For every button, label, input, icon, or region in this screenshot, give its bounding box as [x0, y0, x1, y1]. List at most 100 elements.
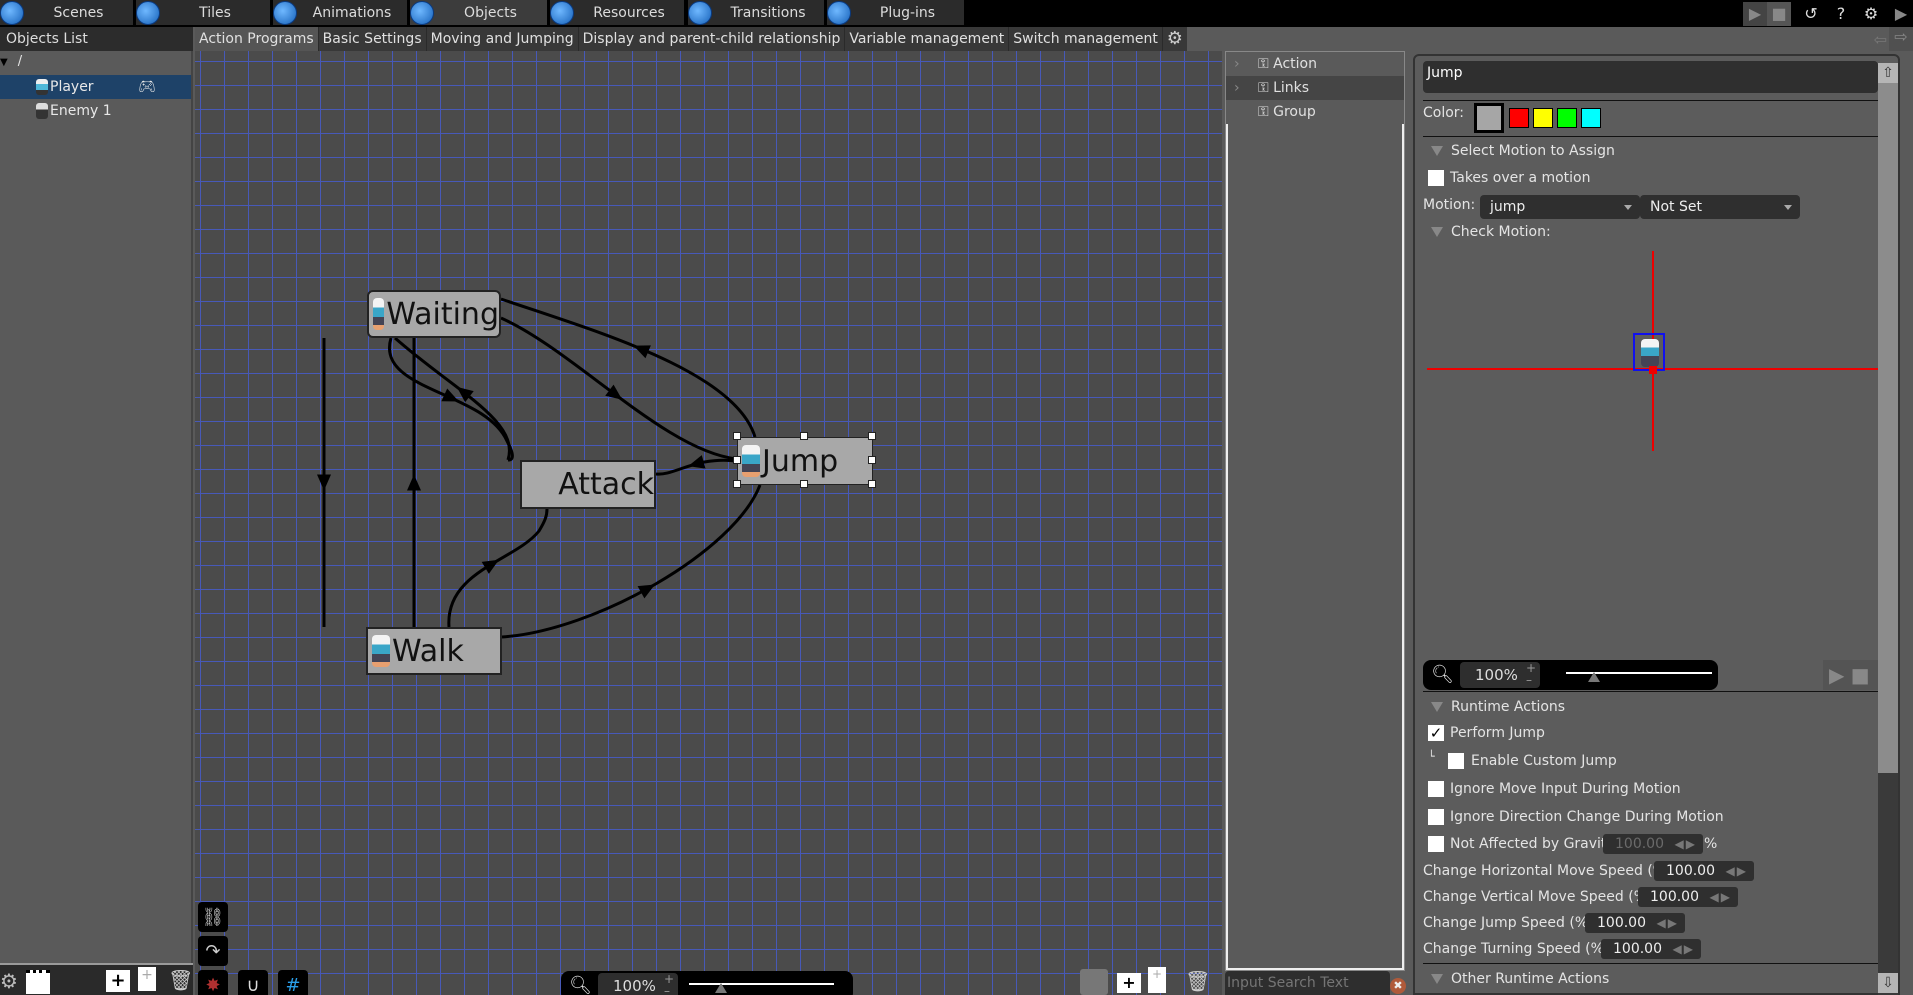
action-graph-canvas[interactable]: Waiting Attack Jump Walk ⛓ ↷ ✸ ∪ # 🔍︎ 10…: [195, 51, 1222, 995]
play-icon[interactable]: ▶: [1743, 1, 1767, 26]
takes-over-checkbox[interactable]: [1428, 170, 1444, 186]
scrollbar-thumb[interactable]: [1878, 83, 1898, 773]
check-motion-header[interactable]: Check Motion:: [1431, 224, 1551, 240]
link-jump-to-waiting[interactable]: [500, 297, 757, 438]
tspeed-field[interactable]: 100.00 ◀▶: [1601, 939, 1701, 959]
other-runtime-header[interactable]: Other Runtime Actions: [1431, 971, 1609, 987]
vspeed-field[interactable]: 100.00 ◀▶: [1638, 887, 1738, 907]
zoom-field[interactable]: 100% + –: [598, 973, 678, 995]
tab-moving-jumping[interactable]: Moving and Jumping: [426, 27, 579, 51]
tab-basic-settings[interactable]: Basic Settings: [318, 27, 427, 51]
resize-handle[interactable]: [733, 432, 741, 440]
custom-jump-checkbox[interactable]: [1448, 753, 1464, 769]
perform-jump-checkbox[interactable]: ✓: [1428, 725, 1444, 741]
zoom-slider[interactable]: [689, 983, 834, 985]
tab-plugins[interactable]: Plug-ins: [827, 0, 964, 25]
play-icon[interactable]: ▶: [1829, 663, 1844, 687]
motion-preview[interactable]: [1423, 240, 1878, 650]
properties-scrollbar[interactable]: ⇧ ⇩: [1878, 63, 1898, 995]
node-walk[interactable]: Walk: [366, 627, 502, 675]
tab-animations[interactable]: Animations: [273, 0, 407, 25]
list-item-player[interactable]: Player 🎮︎: [0, 75, 191, 99]
resize-handle[interactable]: [868, 480, 876, 488]
redirect-tool-icon[interactable]: ↷: [198, 936, 228, 966]
ignore-direction-checkbox[interactable]: [1428, 809, 1444, 825]
motion-select[interactable]: jump: [1480, 195, 1640, 219]
settings-icon[interactable]: ⚙: [0, 969, 18, 993]
zoom-stepper[interactable]: + –: [664, 973, 674, 995]
stepper-arrows-icon[interactable]: ◀▶: [1726, 861, 1748, 881]
tab-scenes[interactable]: Scenes: [0, 0, 133, 25]
tab-action-programs[interactable]: Action Programs: [195, 27, 319, 51]
stepper-arrows-icon[interactable]: ◀▶: [1673, 939, 1695, 959]
tree-root[interactable]: ▼ /: [0, 54, 22, 74]
link-tool-icon[interactable]: ⛓: [198, 902, 228, 932]
color-swatch-yellow[interactable]: [1533, 108, 1553, 128]
help-icon[interactable]: ?: [1829, 2, 1853, 26]
filmstrip-icon[interactable]: [26, 970, 50, 994]
stepper-arrows-icon[interactable]: ◀▶: [1675, 834, 1697, 854]
clear-search-icon[interactable]: ✖: [1390, 978, 1406, 994]
tab-switch-management[interactable]: Switch management: [1009, 27, 1163, 51]
grid-toggle-icon[interactable]: #: [278, 970, 308, 995]
node-jump[interactable]: Jump: [737, 437, 873, 485]
tab-resources[interactable]: Resources: [550, 0, 684, 25]
palette-item-links[interactable]: › ⚿ Links: [1226, 76, 1404, 100]
resize-handle[interactable]: [868, 456, 876, 464]
run-icon[interactable]: ▶: [1889, 2, 1913, 26]
color-swatch-green[interactable]: [1557, 108, 1577, 128]
action-name-field[interactable]: Jump: [1423, 61, 1878, 93]
add-folder-icon[interactable]: +: [106, 970, 130, 992]
add-object-icon[interactable]: +: [138, 967, 156, 991]
color-swatch-red[interactable]: [1509, 108, 1529, 128]
stepper-arrows-icon[interactable]: ◀▶: [1710, 887, 1732, 907]
trash-icon[interactable]: 🗑︎: [1185, 969, 1210, 993]
undo-icon[interactable]: ↺: [1799, 2, 1823, 26]
search-input[interactable]: [1225, 971, 1390, 995]
tab-objects[interactable]: Objects: [410, 0, 547, 25]
motion-variant-select[interactable]: Not Set: [1640, 195, 1800, 219]
forward-arrow-icon[interactable]: ⇨: [1889, 27, 1913, 51]
list-view-icon[interactable]: [1080, 969, 1108, 995]
tab-display-parent-child[interactable]: Display and parent-child relationship: [578, 27, 846, 51]
stop-icon[interactable]: ■: [1767, 1, 1791, 26]
stepper-arrows-icon[interactable]: ◀▶: [1657, 913, 1679, 933]
scroll-down-icon[interactable]: ⇩: [1878, 973, 1898, 993]
palette-item-group[interactable]: ⚿ Group: [1226, 100, 1404, 124]
color-swatch-gray[interactable]: [1474, 103, 1504, 133]
resize-handle[interactable]: [868, 432, 876, 440]
ignore-move-checkbox[interactable]: [1428, 781, 1444, 797]
resize-handle[interactable]: [800, 432, 808, 440]
node-waiting[interactable]: Waiting: [367, 290, 501, 338]
settings-icon[interactable]: ⚙: [1859, 2, 1883, 26]
color-swatch-cyan[interactable]: [1581, 108, 1601, 128]
gravity-field[interactable]: 100.00 ◀▶: [1603, 834, 1703, 854]
jspeed-field[interactable]: 100.00 ◀▶: [1585, 913, 1685, 933]
resize-handle[interactable]: [800, 480, 808, 488]
gravity-checkbox[interactable]: [1428, 836, 1444, 852]
node-attack[interactable]: Attack: [520, 460, 656, 509]
tab-variable-management[interactable]: Variable management: [845, 27, 1010, 51]
add-folder-icon[interactable]: +: [1117, 973, 1141, 993]
tab-tiles[interactable]: Tiles: [136, 0, 270, 25]
zoom-stepper[interactable]: + –: [1526, 662, 1536, 686]
link-walk-to-attack[interactable]: [447, 508, 549, 628]
resize-handle[interactable]: [733, 456, 741, 464]
preview-zoom-field[interactable]: 100% + –: [1460, 662, 1540, 688]
trash-icon[interactable]: 🗑︎: [168, 968, 193, 992]
tab-settings-gear-icon[interactable]: ⚙: [1162, 27, 1187, 51]
back-arrow-icon[interactable]: ⇦: [1874, 30, 1887, 49]
resize-handle[interactable]: [733, 480, 741, 488]
hspeed-field[interactable]: 100.00 ◀▶: [1654, 861, 1754, 881]
palette-item-action[interactable]: › ⚿ Action: [1226, 52, 1404, 76]
cannon-tool-icon[interactable]: ✸: [198, 970, 228, 995]
magnet-snap-icon[interactable]: ∪: [238, 970, 268, 995]
zoom-slider-thumb[interactable]: [715, 983, 727, 993]
tab-transitions[interactable]: Transitions: [688, 0, 824, 25]
stop-icon[interactable]: ■: [1851, 663, 1870, 687]
select-motion-header[interactable]: Select Motion to Assign: [1431, 143, 1615, 159]
runtime-actions-header[interactable]: Runtime Actions: [1431, 699, 1565, 715]
zoom-slider-thumb[interactable]: [1588, 672, 1600, 682]
list-item-enemy-1[interactable]: Enemy 1: [0, 99, 191, 123]
scroll-up-icon[interactable]: ⇧: [1878, 63, 1898, 83]
